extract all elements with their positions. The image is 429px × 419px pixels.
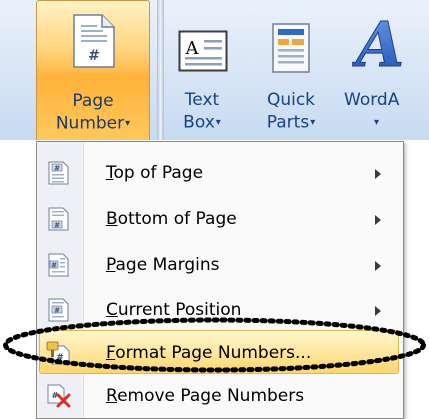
menu-item-label: Format Page Numbers...: [106, 343, 312, 363]
text-box-label-2: Box▾: [183, 112, 221, 133]
menu-item-label: Current Position: [106, 300, 242, 320]
menu-item-label: Page Margins: [106, 255, 220, 275]
svg-text:#: #: [51, 262, 57, 270]
text-box-label-1: Text: [184, 90, 220, 110]
svg-text:#: #: [56, 353, 64, 363]
svg-text:#: #: [54, 307, 60, 315]
svg-text:#: #: [54, 165, 60, 173]
submenu-arrow-icon: [375, 306, 381, 316]
quick-parts-button[interactable]: Quick Parts▾: [247, 0, 335, 140]
submenu-arrow-icon: [375, 215, 381, 225]
menu-item-format-page-numbers[interactable]: # Format Page Numbers...: [39, 330, 399, 374]
menu-item-top-of-page[interactable]: # Top of Page: [37, 151, 403, 195]
svg-text:A: A: [185, 38, 200, 59]
menu-item-bottom-of-page[interactable]: # Bottom of Page: [37, 197, 403, 241]
page-bottom-icon: #: [48, 207, 69, 231]
page-number-icon: #: [73, 14, 115, 68]
svg-text:#: #: [54, 222, 60, 230]
quick-parts-label-1: Quick: [266, 90, 316, 110]
format-page-numbers-icon: #: [46, 341, 70, 365]
submenu-arrow-icon: [375, 169, 381, 179]
menu-item-page-margins[interactable]: # Page Margins: [37, 243, 403, 287]
text-box-icon: A: [178, 30, 228, 72]
menu-item-remove-page-numbers[interactable]: # Remove Page Numbers: [37, 374, 403, 418]
chevron-down-icon: ▾: [310, 117, 316, 128]
page-top-icon: #: [48, 161, 69, 185]
chevron-down-icon: ▾: [125, 118, 131, 129]
wordart-label-2: ▾: [338, 112, 414, 134]
wordart-icon: A: [352, 10, 405, 74]
menu-item-label: Top of Page: [106, 163, 204, 183]
submenu-arrow-icon: [375, 261, 381, 271]
menu-item-current-position[interactable]: # Current Position: [37, 288, 403, 332]
page-number-label-1: Page: [72, 91, 114, 111]
remove-page-numbers-icon: #: [47, 384, 71, 408]
quick-parts-icon: [272, 23, 310, 73]
insert-ribbon: # Page Number▾ A Text Box▾ Quick Parts▾ …: [0, 0, 429, 140]
page-number-menu: # Top of Page # Bottom of Page # Page Ma…: [36, 141, 404, 419]
group-separator: [157, 0, 164, 140]
svg-text:A: A: [352, 10, 404, 74]
page-number-button[interactable]: # Page Number▾: [36, 0, 150, 140]
quick-parts-label-2: Parts▾: [266, 112, 316, 133]
chevron-down-icon: ▾: [215, 117, 221, 128]
wordart-label-1: WordA: [344, 90, 400, 110]
chevron-down-icon: ▾: [373, 117, 380, 128]
svg-text:#: #: [88, 48, 100, 64]
current-position-icon: #: [48, 298, 69, 322]
menu-item-label: Remove Page Numbers: [106, 386, 305, 406]
wordart-button[interactable]: A WordA ▾: [338, 0, 429, 140]
text-box-button[interactable]: A Text Box▾: [166, 0, 238, 140]
page-number-label-2: Number▾: [55, 113, 131, 134]
page-margins-icon: #: [48, 253, 69, 277]
menu-item-label: Bottom of Page: [106, 209, 237, 229]
